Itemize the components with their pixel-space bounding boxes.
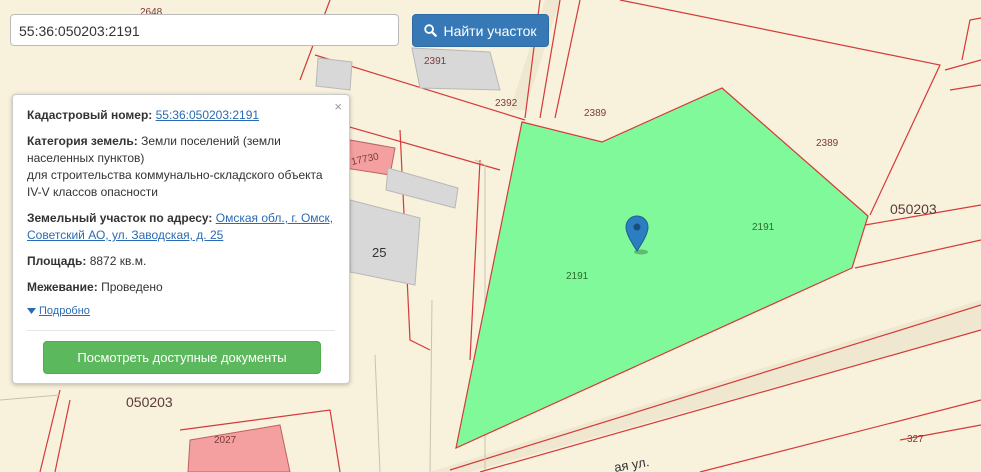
search-input[interactable]: 55:36:050203:2191: [10, 14, 399, 46]
survey-value: Проведено: [101, 280, 163, 294]
survey-row: Межевание: Проведено: [27, 279, 335, 296]
parcel-label: 2191: [752, 222, 775, 233]
cadastral-number-link[interactable]: 55:36:050203:2191: [156, 108, 259, 122]
divider: [27, 330, 335, 331]
view-documents-button[interactable]: Посмотреть доступные документы: [43, 341, 321, 374]
survey-label: Межевание:: [27, 280, 98, 294]
map-label: 2391: [424, 56, 447, 67]
find-parcel-label: Найти участок: [443, 22, 537, 39]
building-label: 25: [372, 245, 386, 260]
category-value: Земли поселений (земли: [141, 134, 281, 148]
search-icon: [424, 24, 438, 37]
address-link[interactable]: Советский АО, ул. Заводская, д. 25: [27, 228, 223, 242]
map-label: 327: [907, 434, 924, 445]
category-value: IV-V классов опасности: [27, 185, 158, 199]
area-label: Площадь:: [27, 254, 87, 268]
parcel-label: 2191: [566, 271, 589, 282]
address-link[interactable]: Омская обл., г. Омск,: [216, 211, 333, 225]
parcel-info-popup: × Кадастровый номер: 55:36:050203:2191 К…: [12, 94, 350, 384]
caret-down-icon: [27, 308, 36, 314]
map-label: 2392: [495, 98, 518, 109]
map-label: 2389: [816, 138, 839, 149]
close-icon[interactable]: ×: [334, 99, 342, 114]
address-label: Земельный участок по адресу:: [27, 211, 213, 225]
find-parcel-button[interactable]: Найти участок: [412, 14, 549, 47]
category-value: населенных пунктов): [27, 151, 145, 165]
quarter-label: 050203: [890, 201, 937, 217]
cadastral-row: Кадастровый номер: 55:36:050203:2191: [27, 107, 335, 124]
building: [411, 47, 501, 91]
area-value: 8872 кв.м.: [89, 254, 147, 268]
map-label: 2027: [214, 435, 237, 446]
quarter-label: 050203: [126, 394, 173, 410]
category-label: Категория земель:: [27, 134, 138, 148]
address-row: Земельный участок по адресу: Омская обл.…: [27, 210, 335, 244]
details-label: Подробно: [39, 305, 90, 317]
map-label: 2389: [584, 108, 607, 119]
details-toggle[interactable]: Подробно: [27, 305, 335, 317]
category-row: Категория земель: Земли поселений (земли…: [27, 133, 335, 201]
category-value: для строительства коммунально-складского…: [27, 168, 323, 182]
cadastral-label: Кадастровый номер:: [27, 108, 153, 122]
building: [315, 57, 353, 91]
area-row: Площадь: 8872 кв.м.: [27, 253, 335, 270]
